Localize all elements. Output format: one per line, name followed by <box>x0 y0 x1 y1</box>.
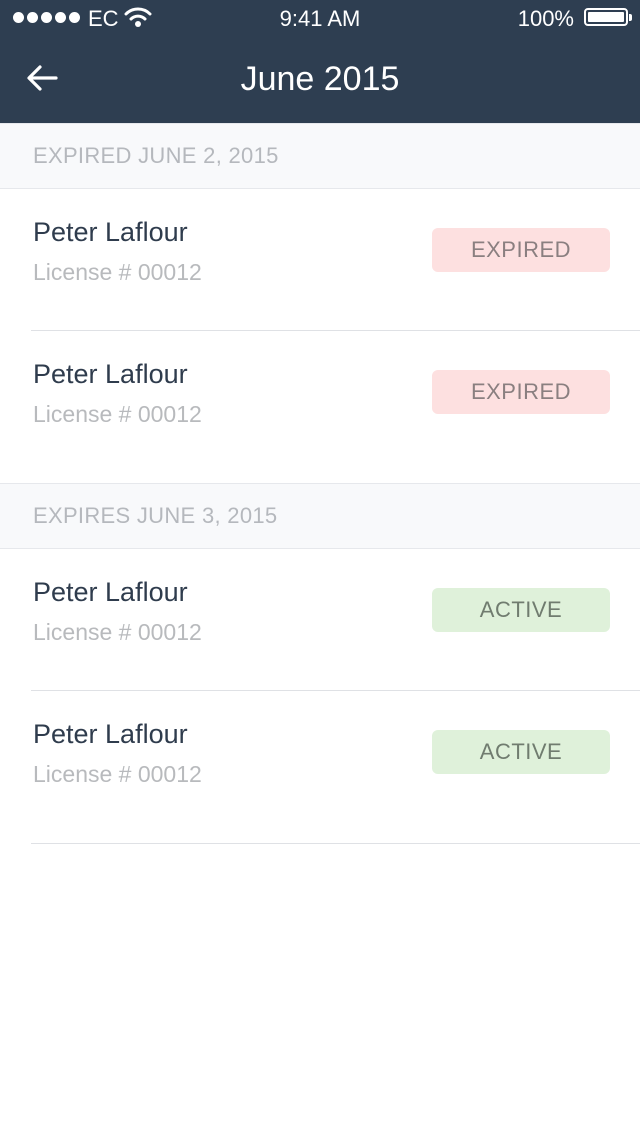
license-number: License # 00012 <box>33 761 202 787</box>
license-list: EXPIRED JUNE 2, 2015 Peter Laflour Licen… <box>0 123 640 844</box>
license-number: License # 00012 <box>33 401 202 427</box>
license-number: License # 00012 <box>33 619 202 645</box>
status-bar: EC 9:41 AM 100% <box>0 0 640 40</box>
section-header-expired: EXPIRED JUNE 2, 2015 <box>0 123 640 189</box>
holder-name: Peter Laflour <box>33 359 188 389</box>
screen: EC 9:41 AM 100% June 2015 EXPIRED JUNE 2… <box>0 0 640 1126</box>
status-badge: EXPIRED <box>432 370 610 414</box>
list-item[interactable]: Peter Laflour License # 00012 EXPIRED <box>31 331 640 483</box>
holder-name: Peter Laflour <box>33 719 188 749</box>
holder-name: Peter Laflour <box>33 577 188 607</box>
list-item[interactable]: Peter Laflour License # 00012 EXPIRED <box>31 189 640 331</box>
header: EC 9:41 AM 100% June 2015 <box>0 0 640 123</box>
list-item[interactable]: Peter Laflour License # 00012 ACTIVE <box>31 549 640 691</box>
section-header-expires: EXPIRES JUNE 3, 2015 <box>0 483 640 549</box>
status-badge: ACTIVE <box>432 730 610 774</box>
battery-percentage: 100% <box>517 6 574 31</box>
page-title: June 2015 <box>240 60 400 98</box>
holder-name: Peter Laflour <box>33 217 188 247</box>
status-badge: ACTIVE <box>432 588 610 632</box>
battery-icon <box>584 8 632 26</box>
license-number: License # 00012 <box>33 259 202 285</box>
nav-bar: June 2015 <box>0 40 640 123</box>
status-badge: EXPIRED <box>432 228 610 272</box>
list-item[interactable]: Peter Laflour License # 00012 ACTIVE <box>31 691 640 844</box>
